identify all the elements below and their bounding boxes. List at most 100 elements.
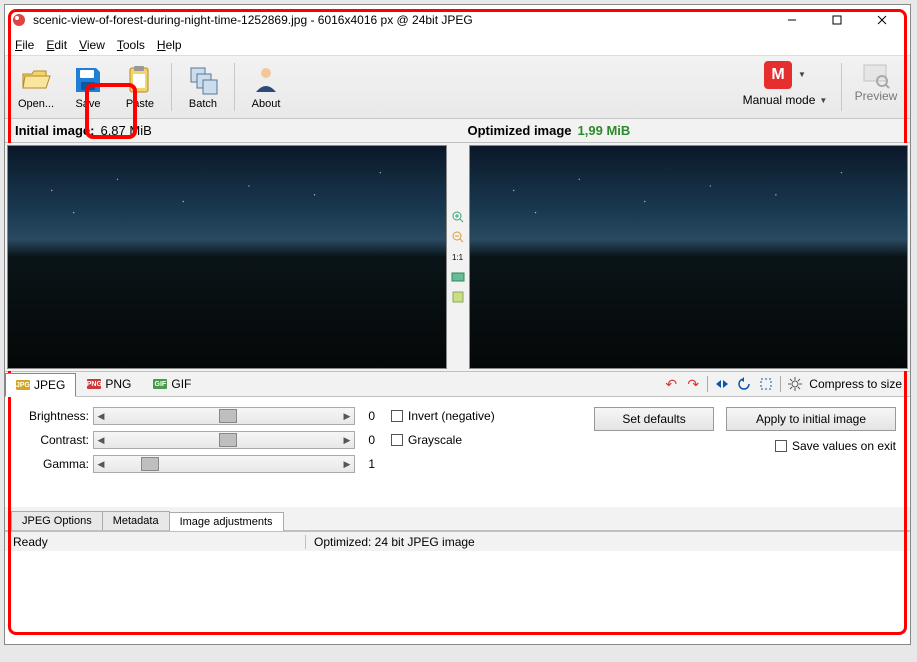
- set-defaults-button[interactable]: Set defaults: [594, 407, 714, 431]
- flip-h-icon[interactable]: [714, 376, 730, 392]
- tab-image-adjustments[interactable]: Image adjustments: [169, 512, 284, 531]
- menu-view[interactable]: View: [73, 36, 111, 54]
- optimized-label: Optimized image: [468, 123, 572, 138]
- open-button[interactable]: Open...: [11, 59, 61, 115]
- adjustments-panel: Brightness: ◀ ▶ 0 Contrast: ◀ ▶ 0 Gamma:: [5, 397, 910, 507]
- image-preview: [8, 146, 446, 368]
- checkbox-icon: [391, 410, 403, 422]
- tab-gif[interactable]: GIFGIF: [142, 372, 202, 396]
- decrease-icon[interactable]: ◀: [94, 411, 108, 422]
- tab-jpeg-options[interactable]: JPEG Options: [11, 511, 103, 530]
- paste-label: Paste: [126, 98, 154, 110]
- initial-size: 6,87 MiB: [100, 123, 151, 138]
- about-button[interactable]: About: [241, 59, 291, 115]
- optimized-size: 1,99 MiB: [578, 123, 631, 138]
- increase-icon[interactable]: ▶: [340, 435, 354, 446]
- save-label: Save: [75, 98, 100, 110]
- paste-button[interactable]: Paste: [115, 59, 165, 115]
- apply-button-group: Set defaults Apply to initial image Save…: [567, 407, 900, 503]
- brightness-label: Brightness:: [15, 409, 89, 423]
- zoom-toolbar: 1:1: [449, 143, 467, 371]
- batch-button[interactable]: Batch: [178, 59, 228, 115]
- apply-button[interactable]: Apply to initial image: [726, 407, 896, 431]
- menu-tools[interactable]: Tools: [111, 36, 151, 54]
- checkbox-icon: [775, 440, 787, 452]
- gamma-slider[interactable]: ◀ ▶: [93, 455, 355, 473]
- menu-file[interactable]: File: [9, 36, 40, 54]
- invert-label: Invert (negative): [408, 409, 495, 423]
- tab-jpeg[interactable]: JPG JPEG: [5, 373, 76, 397]
- open-label: Open...: [18, 98, 54, 110]
- rotate-left-icon[interactable]: [736, 376, 752, 392]
- chevron-down-icon: ▼: [819, 96, 827, 105]
- save-on-exit-checkbox[interactable]: Save values on exit: [775, 439, 896, 453]
- initial-label: Initial image:: [15, 123, 94, 138]
- menu-edit[interactable]: Edit: [40, 36, 73, 54]
- action-icons: ↶ ↷ Compress to size: [663, 376, 910, 392]
- about-label: About: [252, 98, 281, 110]
- gear-icon[interactable]: [787, 376, 803, 392]
- preview-area: 1:1: [5, 143, 910, 371]
- preview-button: Preview: [848, 59, 904, 115]
- menu-help[interactable]: Help: [151, 36, 188, 54]
- gamma-value: 1: [359, 457, 375, 471]
- invert-checkbox[interactable]: Invert (negative): [391, 409, 551, 423]
- zoom-in-icon[interactable]: [451, 210, 465, 224]
- fit-window-icon[interactable]: [451, 270, 465, 284]
- zoom-1to1-button[interactable]: 1:1: [451, 250, 465, 264]
- grayscale-label: Grayscale: [408, 433, 462, 447]
- redo-icon[interactable]: ↷: [685, 376, 701, 392]
- person-icon: [250, 64, 282, 96]
- mode-label: Manual mode: [743, 93, 816, 107]
- save-button[interactable]: Save: [63, 59, 113, 115]
- tab-metadata[interactable]: Metadata: [102, 511, 170, 530]
- image-preview: [470, 146, 908, 368]
- gamma-label: Gamma:: [15, 457, 89, 471]
- window-controls: [769, 6, 904, 34]
- increase-icon[interactable]: ▶: [340, 411, 354, 422]
- status-info: Optimized: 24 bit JPEG image: [305, 535, 475, 549]
- toolbar: Open... Save Paste Batch About M ▼ Manua…: [5, 55, 910, 119]
- clipboard-icon: [124, 64, 156, 96]
- brightness-row: Brightness: ◀ ▶ 0: [15, 407, 375, 425]
- compress-to-size-button[interactable]: Compress to size: [809, 377, 902, 391]
- contrast-label: Contrast:: [15, 433, 89, 447]
- decrease-icon[interactable]: ◀: [94, 459, 108, 470]
- fit-image-icon[interactable]: [451, 290, 465, 304]
- titlebar: scenic-view-of-forest-during-night-time-…: [5, 5, 910, 35]
- crop-icon[interactable]: [758, 376, 774, 392]
- slider-thumb[interactable]: [219, 409, 237, 423]
- bottom-tabs: JPEG Options Metadata Image adjustments: [5, 507, 910, 531]
- close-button[interactable]: [859, 6, 904, 34]
- chevron-down-icon: ▼: [798, 70, 806, 79]
- tab-png[interactable]: PNGPNG: [76, 372, 142, 396]
- jpeg-icon: JPG: [16, 380, 30, 390]
- maximize-button[interactable]: [814, 6, 859, 34]
- statusbar: Ready Optimized: 24 bit JPEG image: [5, 531, 910, 551]
- grayscale-checkbox[interactable]: Grayscale: [391, 433, 551, 447]
- contrast-slider[interactable]: ◀ ▶: [93, 431, 355, 449]
- checkbox-icon: [391, 434, 403, 446]
- undo-icon[interactable]: ↶: [663, 376, 679, 392]
- jpeg-tab-label: JPEG: [34, 378, 65, 392]
- increase-icon[interactable]: ▶: [340, 459, 354, 470]
- slider-thumb[interactable]: [219, 433, 237, 447]
- app-window: scenic-view-of-forest-during-night-time-…: [4, 4, 911, 645]
- brightness-slider[interactable]: ◀ ▶: [93, 407, 355, 425]
- folder-open-icon: [20, 64, 52, 96]
- initial-image-pane[interactable]: [7, 145, 447, 369]
- minimize-button[interactable]: [769, 6, 814, 34]
- size-header-row: Initial image: 6,87 MiB Optimized image …: [5, 119, 910, 143]
- decrease-icon[interactable]: ◀: [94, 435, 108, 446]
- zoom-out-icon[interactable]: [451, 230, 465, 244]
- separator: [780, 376, 781, 392]
- separator: [707, 376, 708, 392]
- optimized-image-pane[interactable]: [469, 145, 909, 369]
- checkbox-group: Invert (negative) Grayscale: [391, 407, 551, 503]
- slider-thumb[interactable]: [141, 457, 159, 471]
- menubar: File Edit View Tools Help: [5, 35, 910, 55]
- separator: [841, 63, 842, 111]
- batch-label: Batch: [189, 98, 217, 110]
- mode-dropdown[interactable]: M ▼ Manual mode▼: [735, 59, 835, 115]
- sliders-group: Brightness: ◀ ▶ 0 Contrast: ◀ ▶ 0 Gamma:: [15, 407, 375, 503]
